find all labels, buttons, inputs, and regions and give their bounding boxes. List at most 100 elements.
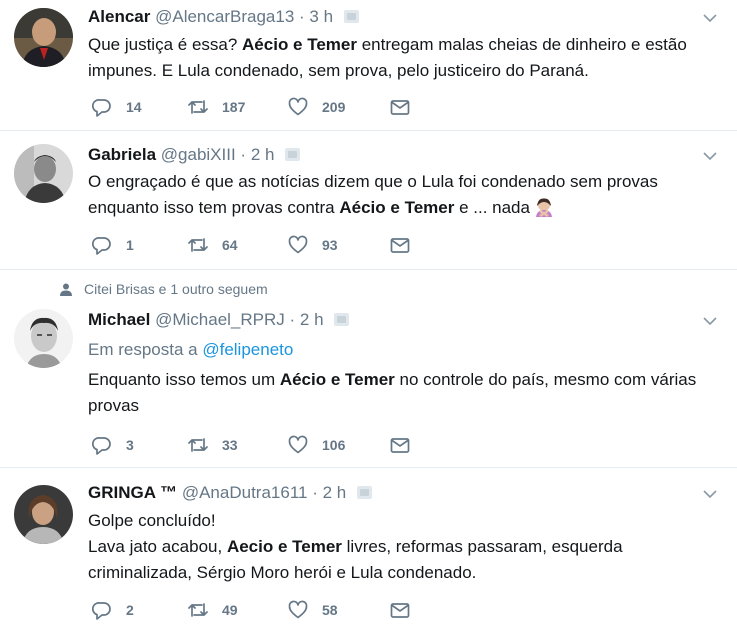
like-button[interactable]: 106	[288, 434, 345, 456]
reply-prefix: Em resposta a	[88, 340, 198, 359]
reply-button[interactable]: 1	[92, 234, 134, 256]
translate-icon	[334, 313, 350, 326]
separator-dot: ·	[240, 145, 247, 164]
avatar[interactable]	[14, 309, 73, 368]
dm-button[interactable]	[390, 234, 410, 256]
reply-icon	[92, 602, 111, 620]
envelope-icon	[390, 438, 410, 453]
tweet-4[interactable]: GRINGA ™ @AnaDutra1611 · 2 h Golpe concl…	[0, 468, 737, 636]
retweet-button[interactable]: 33	[188, 434, 238, 456]
text-highlight: Aécio e Temer	[339, 198, 455, 217]
reply-count: 2	[126, 602, 134, 618]
avatar[interactable]	[14, 144, 73, 203]
reply-count: 14	[126, 99, 142, 115]
chevron-down-icon[interactable]	[703, 314, 717, 328]
tweet-text: O engraçado é que as notícias dizem que …	[88, 169, 718, 221]
text-highlight: Aécio e Temer	[242, 35, 357, 54]
heart-icon	[288, 97, 308, 116]
woman-gesturing-no-emoji-icon	[535, 198, 552, 217]
tweet-header: Michael @Michael_RPRJ · 2 h	[88, 309, 350, 331]
like-button[interactable]: 209	[288, 96, 345, 118]
text-segment: Enquanto isso temos um	[88, 370, 280, 389]
tweet-text: Golpe concluído! Lava jato acabou, Aecio…	[88, 508, 718, 586]
reply-button[interactable]: 14	[92, 96, 142, 118]
reply-icon	[92, 237, 111, 255]
like-count: 209	[322, 99, 346, 115]
tweet-header: GRINGA ™ @AnaDutra1611 · 2 h	[88, 482, 372, 504]
retweet-count: 49	[222, 602, 238, 618]
chevron-down-icon[interactable]	[703, 11, 717, 25]
separator-dot: ·	[299, 7, 305, 26]
tweet-header: Alencar @AlencarBraga13 · 3 h	[88, 6, 359, 28]
translate-icon	[356, 486, 372, 499]
retweet-icon	[188, 238, 208, 252]
reply-button[interactable]: 2	[92, 599, 134, 621]
envelope-icon	[390, 100, 410, 115]
reply-count: 1	[126, 237, 134, 253]
timestamp[interactable]: 2 h	[251, 145, 275, 164]
tweet-text: Que justiça é essa? Aécio e Temer entreg…	[88, 32, 718, 84]
tweet-header: Gabriela @gabiXIII · 2 h	[88, 144, 301, 166]
tweet-2[interactable]: Gabriela @gabiXIII · 2 h O engraçado é q…	[0, 131, 737, 270]
retweet-button[interactable]: 49	[188, 599, 238, 621]
retweet-count: 64	[222, 237, 238, 253]
dm-button[interactable]	[390, 434, 410, 456]
reply-count: 3	[126, 437, 134, 453]
translate-icon	[343, 10, 359, 23]
retweet-count: 187	[222, 99, 246, 115]
reply-to-link[interactable]: @felipeneto	[202, 340, 293, 359]
tweet-actions: 3 33 106	[88, 434, 428, 456]
display-name[interactable]: Gabriela	[88, 145, 156, 164]
text-highlight: Aecio e Temer	[226, 537, 342, 556]
heart-icon	[288, 235, 308, 254]
heart-icon	[288, 435, 308, 454]
chevron-down-icon[interactable]	[703, 487, 717, 501]
user-handle[interactable]: @Michael_RPRJ	[155, 310, 285, 329]
tweet-1[interactable]: Alencar @AlencarBraga13 · 3 h Que justiç…	[0, 0, 737, 131]
tweet-3[interactable]: Citei Brisas e 1 outro seguem Michael @M…	[0, 270, 737, 468]
like-count: 58	[322, 602, 338, 618]
retweet-icon	[188, 438, 208, 452]
like-count: 93	[322, 237, 338, 253]
tweet-actions: 2 49 58	[88, 599, 428, 621]
user-handle[interactable]: @AlencarBraga13	[155, 7, 294, 26]
timestamp[interactable]: 2 h	[323, 483, 347, 502]
chevron-down-icon[interactable]	[703, 149, 717, 163]
avatar[interactable]	[14, 485, 73, 544]
timestamp[interactable]: 2 h	[300, 310, 324, 329]
tweet-actions: 14 187 209	[88, 96, 428, 118]
tweet-text: Enquanto isso temos um Aécio e Temer no …	[88, 367, 718, 419]
translate-icon	[285, 148, 301, 161]
envelope-icon	[390, 603, 410, 618]
text-segment: Golpe concluído! Lava jato acabou,	[88, 511, 223, 556]
separator-dot: ·	[312, 483, 318, 502]
display-name[interactable]: Alencar	[88, 7, 150, 26]
text-highlight: Aécio e Temer	[279, 370, 395, 389]
timestamp[interactable]: 3 h	[309, 7, 333, 26]
reply-icon	[92, 437, 111, 455]
like-button[interactable]: 93	[288, 234, 338, 256]
user-handle[interactable]: @gabiXIII	[161, 145, 236, 164]
dm-button[interactable]	[390, 96, 410, 118]
social-context[interactable]: Citei Brisas e 1 outro seguem	[60, 281, 268, 297]
envelope-icon	[390, 238, 410, 253]
display-name[interactable]: Michael	[88, 310, 150, 329]
avatar[interactable]	[14, 8, 73, 67]
retweet-icon	[188, 100, 208, 114]
reply-context: Em resposta a @felipeneto	[88, 339, 293, 361]
dm-button[interactable]	[390, 599, 410, 621]
text-segment: e ... nada	[454, 198, 530, 217]
display-name[interactable]: GRINGA ™	[88, 483, 177, 502]
separator-dot: ·	[289, 310, 296, 329]
tweet-actions: 1 64 93	[88, 234, 428, 256]
heart-icon	[288, 600, 308, 619]
user-handle[interactable]: @AnaDutra1611	[182, 483, 308, 502]
social-context-text: Citei Brisas e 1 outro seguem	[84, 281, 268, 297]
person-icon	[60, 283, 72, 296]
retweet-button[interactable]: 64	[188, 234, 238, 256]
reply-button[interactable]: 3	[92, 434, 134, 456]
text-segment: Que justiça é essa?	[88, 35, 243, 54]
like-button[interactable]: 58	[288, 599, 338, 621]
retweet-button[interactable]: 187	[188, 96, 245, 118]
reply-icon	[92, 99, 111, 117]
